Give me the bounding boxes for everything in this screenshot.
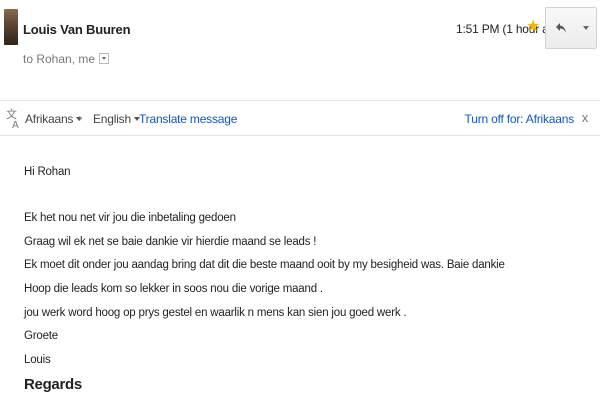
body-line: Groete [24, 330, 58, 342]
source-language-dropdown[interactable]: Afrikaans [25, 112, 83, 126]
greeting-line: Hi Rohan [24, 166, 71, 178]
target-language-dropdown[interactable]: English [93, 112, 140, 126]
message-header: Louis Van Buuren to Rohan, me 1:51 PM (1… [0, 0, 600, 84]
translate-icon: 文 A [6, 107, 19, 129]
body-line: Louis [24, 354, 51, 366]
translate-message-link[interactable]: Translate message [139, 112, 237, 126]
more-options-button[interactable] [576, 7, 597, 49]
turn-off-translation-link[interactable]: Turn off for: Afrikaans [465, 112, 575, 126]
sender-name[interactable]: Louis Van Buuren [23, 22, 131, 37]
body-line: Ek het nou net vir jou die inbetaling ge… [24, 212, 236, 224]
arrow-right-icon: › [78, 110, 83, 125]
close-icon[interactable]: x [582, 110, 589, 125]
target-language-label: English [93, 112, 131, 126]
body-line: jou werk word hoog op prys gestel en waa… [24, 307, 407, 319]
recipients-line: to Rohan, me [23, 52, 110, 66]
avatar[interactable] [4, 9, 18, 45]
svg-text:文: 文 [6, 107, 17, 121]
show-details-icon[interactable] [99, 53, 110, 64]
translation-bar: 文 A Afrikaans › English Translate messag… [0, 100, 600, 136]
signature-regards: Regards [24, 376, 82, 393]
svg-text:A: A [12, 120, 19, 129]
reply-icon [556, 23, 566, 33]
body-line: Ek moet dit onder jou aandag bring dat d… [24, 259, 505, 271]
recipients-text: to Rohan, me [23, 52, 96, 66]
body-line: Hoop die leads kom so lekker in soos nou… [24, 283, 323, 295]
star-icon[interactable]: ★ [526, 18, 540, 36]
body-line: Graag wil ek net se baie dankie vir hier… [24, 236, 317, 248]
source-language-label: Afrikaans [25, 112, 74, 126]
reply-button[interactable] [545, 7, 577, 49]
